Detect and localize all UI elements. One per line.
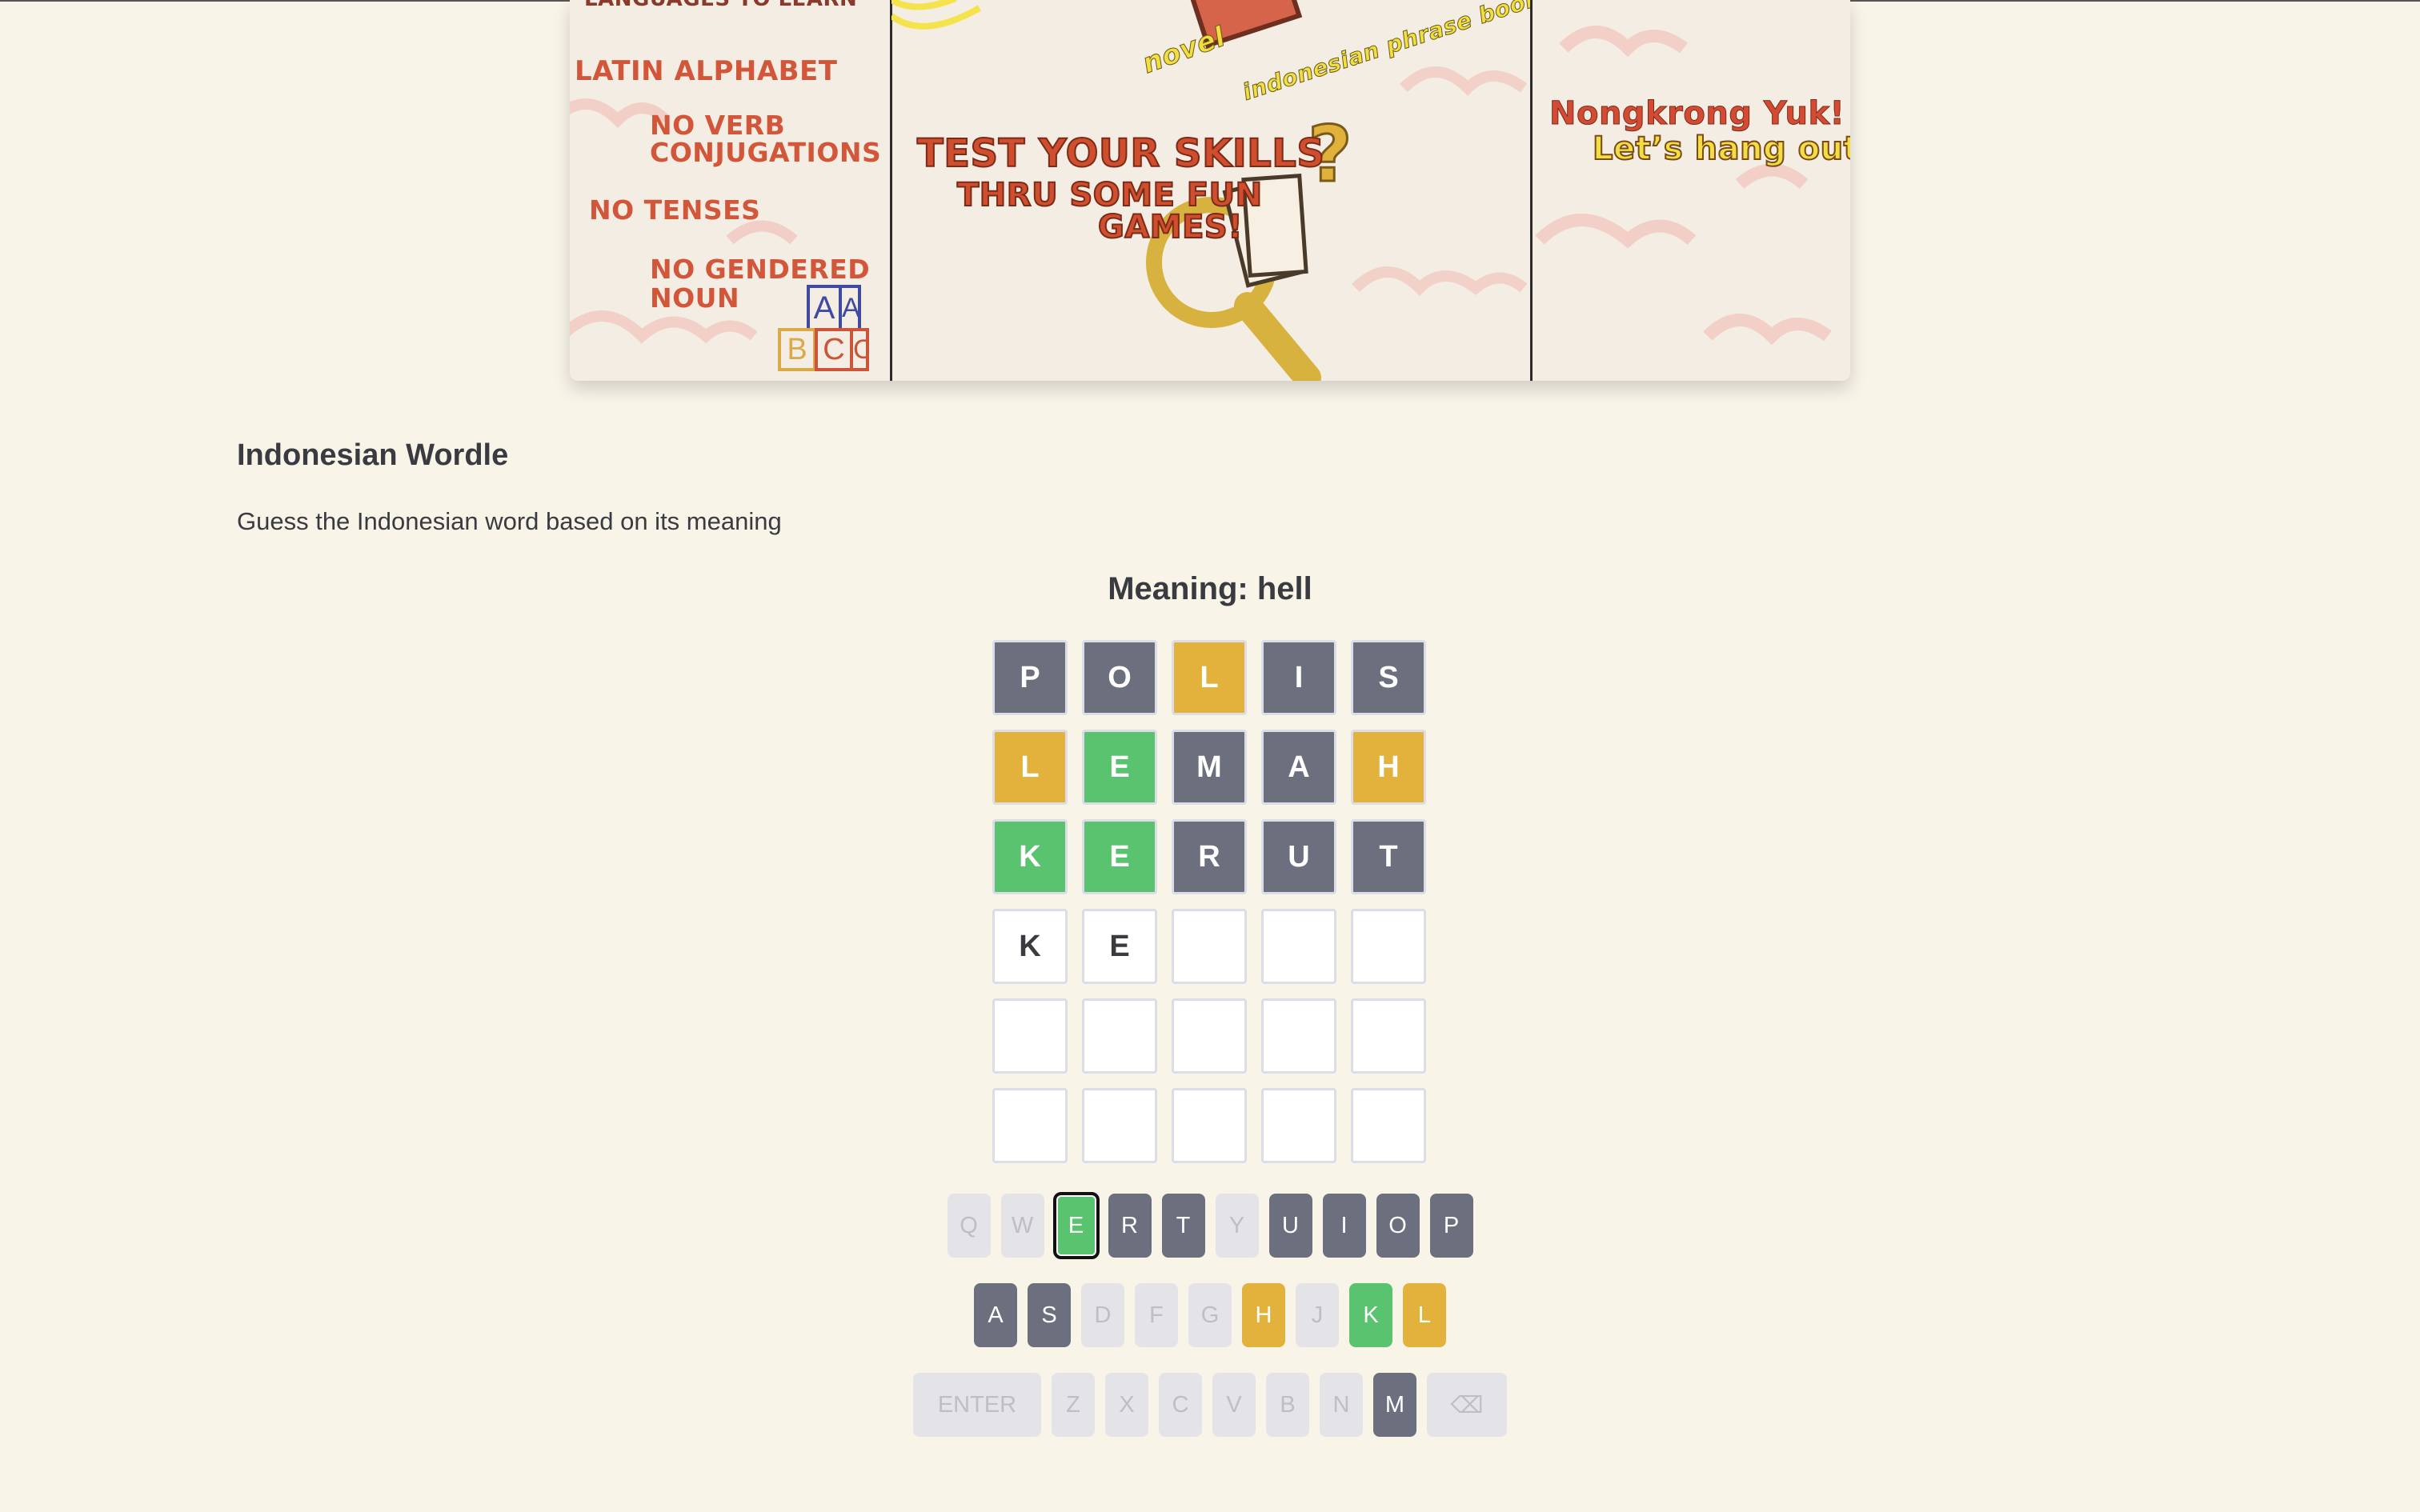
key-e[interactable]: E [1052, 1192, 1100, 1259]
key-x[interactable]: X [1105, 1373, 1148, 1437]
block: B [778, 328, 816, 371]
key-f[interactable]: F [1135, 1283, 1178, 1347]
board-tile: L [1172, 640, 1247, 715]
board-tile [1172, 1088, 1247, 1163]
keyboard-row: ASDFGHJKL [0, 1283, 2420, 1347]
block: C [815, 328, 853, 371]
keyboard-row: ENTER Z X C V B N M ⌫ [0, 1373, 2420, 1437]
board-tile [1351, 909, 1426, 984]
board-tile: P [992, 640, 1068, 715]
key-o[interactable]: O [1376, 1194, 1420, 1258]
block: A [839, 285, 861, 331]
key-z[interactable]: Z [1052, 1373, 1095, 1437]
backspace-key[interactable]: ⌫ [1427, 1373, 1507, 1437]
board-tile [1261, 1088, 1336, 1163]
board-tile: O [1082, 640, 1157, 715]
key-k[interactable]: K [1349, 1283, 1392, 1347]
banner-hangout-title: Nongkrong Yuk! [1549, 95, 1845, 132]
banner-item: NO GENDERED [650, 254, 871, 285]
board-tile [1261, 909, 1336, 984]
board-tile: H [1351, 730, 1426, 805]
key-m[interactable]: M [1373, 1373, 1416, 1437]
banner-item: CONJUGATIONS [650, 137, 882, 168]
board-tile: K [992, 819, 1068, 894]
keyboard-row: QWERTYUIOP [0, 1192, 2420, 1259]
banner-panel-games: ? novel indonesian phrase books TEST YOU… [891, 0, 1530, 381]
board-tile: E [1082, 819, 1157, 894]
page-subtitle: Guess the Indonesian word based on its m… [237, 507, 782, 535]
board-tile: R [1172, 819, 1247, 894]
enter-key[interactable]: ENTER [913, 1373, 1041, 1437]
board-tile: T [1351, 819, 1426, 894]
board-tile [1351, 1088, 1426, 1163]
banner-hangout-subtitle: Let’s hang out! [1592, 130, 1850, 167]
banner-item: NO VERB [650, 110, 786, 141]
key-p[interactable]: P [1429, 1194, 1473, 1258]
key-i[interactable]: I [1322, 1194, 1366, 1258]
key-r[interactable]: R [1108, 1194, 1152, 1258]
banner-panel-why-indonesian: LANGUAGES TO LEARN LATIN ALPHABET NO VER… [570, 0, 890, 381]
banner-label: novel [1138, 20, 1230, 81]
banner-item: NO TENSES [589, 194, 761, 226]
promo-banner: LANGUAGES TO LEARN LATIN ALPHABET NO VER… [570, 0, 1850, 381]
key-y[interactable]: Y [1215, 1194, 1259, 1258]
key-b[interactable]: B [1266, 1373, 1309, 1437]
letter-blocks-icon: A A B C C [771, 285, 890, 373]
banner-headline: GAMES! [1097, 209, 1243, 246]
banner-panel-hangout: Nongkrong Yuk! Let’s hang out! [1532, 0, 1850, 381]
board-tile: M [1172, 730, 1247, 805]
banner-item: LATIN ALPHABET [575, 55, 838, 87]
key-q[interactable]: Q [947, 1194, 991, 1258]
cloud-pattern-icon [1535, 26, 1832, 346]
banner-heading: LANGUAGES TO LEARN [584, 0, 857, 10]
banner-headline: THRU SOME FUN [956, 177, 1263, 214]
banner-item: NOUN [650, 282, 740, 314]
board-tile [1172, 998, 1247, 1074]
wordle-board: POLISLEMAHKERUTKE [992, 640, 1426, 1163]
board-tile: K [992, 909, 1068, 984]
banner-label: indonesian phrase books [1239, 0, 1530, 106]
board-tile: S [1351, 640, 1426, 715]
board-tile: A [1261, 730, 1336, 805]
key-t[interactable]: T [1161, 1194, 1205, 1258]
board-tile [1082, 1088, 1157, 1163]
key-u[interactable]: U [1268, 1194, 1312, 1258]
board-tile: I [1261, 640, 1336, 715]
board-tile [992, 998, 1068, 1074]
board-tile: U [1261, 819, 1336, 894]
block: C [850, 328, 869, 371]
board-tile [1351, 998, 1426, 1074]
key-n[interactable]: N [1320, 1373, 1363, 1437]
key-c[interactable]: C [1159, 1373, 1202, 1437]
page-title: Indonesian Wordle [237, 438, 509, 472]
block: A [807, 285, 842, 331]
key-h[interactable]: H [1242, 1283, 1285, 1347]
board-tile: E [1082, 909, 1157, 984]
board-tile [1172, 909, 1247, 984]
key-w[interactable]: W [1000, 1194, 1044, 1258]
key-l[interactable]: L [1403, 1283, 1446, 1347]
banner-headline: TEST YOUR SKILLS [916, 131, 1325, 176]
board-tile [1261, 998, 1336, 1074]
board-tile [1082, 998, 1157, 1074]
board-tile: L [992, 730, 1068, 805]
key-d[interactable]: D [1081, 1283, 1124, 1347]
key-a[interactable]: A [974, 1283, 1017, 1347]
meaning-clue: Meaning: hell [1108, 571, 1312, 606]
board-tile [992, 1088, 1068, 1163]
key-v[interactable]: V [1212, 1373, 1256, 1437]
key-s[interactable]: S [1028, 1283, 1071, 1347]
board-tile: E [1082, 730, 1157, 805]
key-g[interactable]: G [1188, 1283, 1232, 1347]
key-j[interactable]: J [1296, 1283, 1339, 1347]
